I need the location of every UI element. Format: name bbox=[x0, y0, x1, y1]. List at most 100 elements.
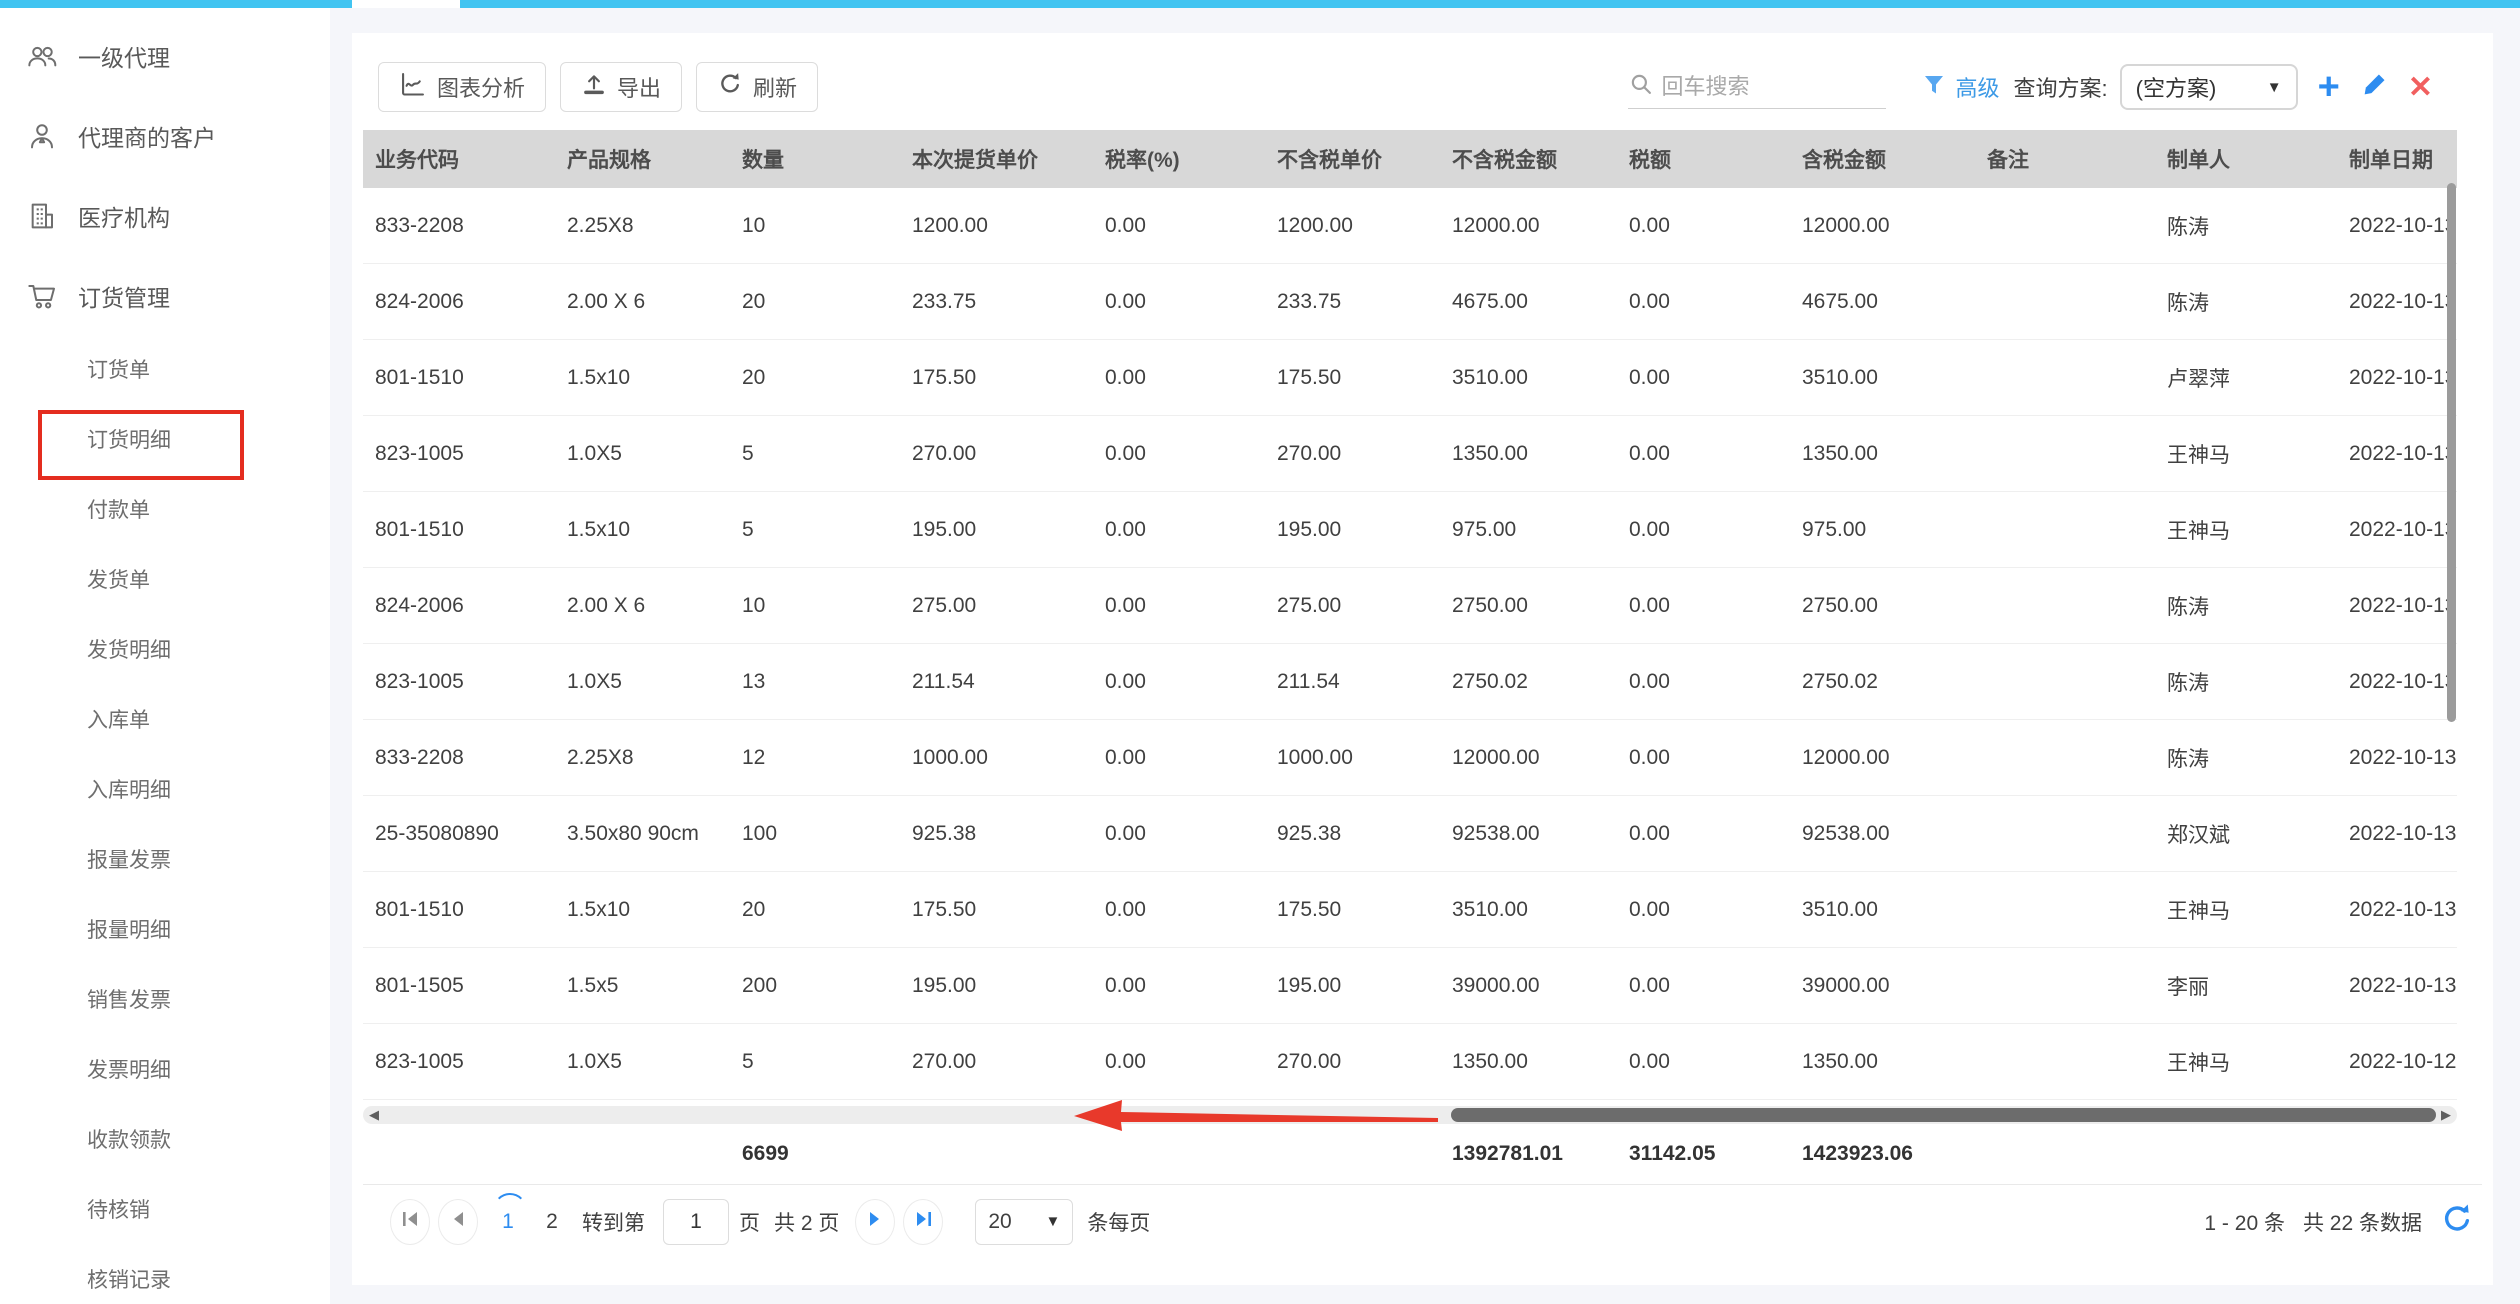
table-cell: 270.00 bbox=[1277, 441, 1342, 465]
export-button[interactable]: 导出 bbox=[560, 62, 683, 112]
table-cell: 3510.00 bbox=[1802, 365, 1878, 389]
scheme-select[interactable]: (空方案) ▼ bbox=[2119, 64, 2298, 110]
table-cell: 3510.00 bbox=[1802, 897, 1878, 921]
add-scheme-button[interactable]: + bbox=[2318, 68, 2340, 106]
prev-page-button[interactable] bbox=[438, 1198, 478, 1245]
sidebar-subitem-12[interactable]: 待核销 bbox=[0, 1176, 330, 1246]
table-cell: 975.00 bbox=[1452, 517, 1517, 541]
table-cell: 卢翠萍 bbox=[2167, 367, 2230, 391]
table-row[interactable]: 833-2208 2.25X8 10 1200.00 0.00 1200.00 12000.… bbox=[363, 188, 2457, 264]
sidebar-item-0[interactable]: 一级代理 bbox=[0, 16, 330, 96]
filter-icon[interactable] bbox=[1922, 72, 1946, 103]
horizontal-scrollbar-thumb[interactable] bbox=[1451, 1108, 2436, 1122]
column-header-3[interactable]: 本次提货单价 bbox=[900, 144, 1093, 174]
table-cell: 2022-10-13 bbox=[2349, 289, 2457, 313]
table-cell: 1000.00 bbox=[912, 745, 988, 769]
sidebar-subitems: 订货单 订货明细 付款单 发货单发货明细入库单 入库明细 报量发票 报量明细 销售发票 发票明细… bbox=[0, 336, 330, 1304]
sidebar-subitem-11[interactable]: 收款领款 bbox=[0, 1106, 330, 1176]
table-cell: 925.38 bbox=[1277, 821, 1342, 845]
table-cell: 801-1510 bbox=[375, 897, 464, 921]
table-cell: 10 bbox=[742, 593, 766, 617]
table-row[interactable]: 801-1510 1.5x10 5 195.00 0.00 195.00 975.00 0.0… bbox=[363, 492, 2457, 568]
column-header-6[interactable]: 不含税金额 bbox=[1440, 144, 1617, 174]
table-cell: 12000.00 bbox=[1802, 213, 1890, 237]
sidebar-subitem-label: 核销记录 bbox=[87, 1269, 171, 1292]
table-row[interactable]: 823-1005 1.0X5 13 211.54 0.00 211.54 2750.02 0.… bbox=[363, 644, 2457, 720]
sidebar-subitem-8[interactable]: 报量明细 bbox=[0, 896, 330, 966]
edit-scheme-button[interactable] bbox=[2360, 71, 2388, 104]
refresh-button[interactable]: 刷新 bbox=[696, 62, 819, 112]
table-cell: 12000.00 bbox=[1452, 213, 1540, 237]
search-input[interactable] bbox=[1661, 73, 1877, 100]
table-row[interactable]: 833-2208 2.25X8 12 1000.00 0.00 1000.00 12000.… bbox=[363, 720, 2457, 796]
table-row[interactable]: 823-1005 1.0X5 5 270.00 0.00 270.00 1350.00 0.0… bbox=[363, 416, 2457, 492]
column-header-0[interactable]: 业务代码 bbox=[363, 144, 555, 174]
advanced-link[interactable]: 高级 bbox=[1956, 71, 2000, 103]
table-row[interactable]: 824-2006 2.00 X 6 20 233.75 0.00 233.75 4675.0… bbox=[363, 264, 2457, 340]
sidebar-subitem-6[interactable]: 入库明细 bbox=[0, 756, 330, 826]
chart-analysis-button[interactable]: 图表分析 bbox=[378, 62, 547, 112]
sidebar-subitem-label: 发货明细 bbox=[87, 639, 171, 662]
sidebar-subitem-5[interactable]: 入库单 bbox=[0, 686, 330, 756]
table-cell: 2022-10-13 bbox=[2349, 441, 2457, 465]
next-page-button[interactable] bbox=[855, 1198, 896, 1245]
column-header-8[interactable]: 含税金额 bbox=[1790, 144, 1975, 174]
sidebar-subitem-1[interactable]: 订货明细 bbox=[0, 406, 330, 480]
table-cell: 陈涛 bbox=[2167, 671, 2209, 695]
vertical-scrollbar-thumb[interactable] bbox=[2447, 183, 2456, 722]
sidebar-subitem-10[interactable]: 发票明细 bbox=[0, 1036, 330, 1106]
table-row[interactable]: 801-1510 1.5x10 20 175.50 0.00 175.50 3510.00 0… bbox=[363, 872, 2457, 948]
table-row[interactable]: 801-1510 1.5x10 20 175.50 0.00 175.50 3510.00 0… bbox=[363, 340, 2457, 416]
table-row[interactable]: 824-2006 2.00 X 6 10 275.00 0.00 275.00 2750.0… bbox=[363, 568, 2457, 644]
table-cell: 0.00 bbox=[1629, 213, 1670, 237]
table-row[interactable]: 25-35080890 3.50x80 90cm 100 925.38 0.00 925.… bbox=[363, 796, 2457, 872]
page-size-select[interactable]: 20 ▼ bbox=[975, 1198, 1074, 1245]
sidebar-subitem-2[interactable]: 付款单 bbox=[0, 476, 330, 546]
column-header-9[interactable]: 备注 bbox=[1975, 144, 2155, 174]
table-cell: 王神马 bbox=[2167, 899, 2230, 923]
sidebar-subitem-13[interactable]: 核销记录 bbox=[0, 1246, 330, 1304]
column-header-4[interactable]: 税率(%) bbox=[1093, 144, 1265, 174]
page-button-1[interactable]: 1 bbox=[486, 1192, 530, 1245]
column-header-7[interactable]: 税额 bbox=[1617, 144, 1790, 174]
page-button-2[interactable]: 2 bbox=[530, 1199, 574, 1245]
goto-prefix-label: 转到第 bbox=[582, 1211, 645, 1235]
last-page-button[interactable] bbox=[903, 1198, 944, 1245]
sidebar-subitem-9[interactable]: 销售发票 bbox=[0, 966, 330, 1036]
sidebar-item-2[interactable]: 医疗机构 bbox=[0, 176, 330, 256]
sidebar-subitem-4[interactable]: 发货明细 bbox=[0, 616, 330, 686]
first-page-button[interactable] bbox=[390, 1198, 430, 1245]
table-cell: 1.5x10 bbox=[567, 897, 631, 921]
column-header-2[interactable]: 数量 bbox=[730, 144, 900, 174]
table-cell: 2022-10-13 bbox=[2349, 973, 2457, 997]
table-cell: 12000.00 bbox=[1802, 745, 1890, 769]
goto-suffix-label: 页 bbox=[739, 1211, 760, 1235]
table-cell: 1.5x10 bbox=[567, 517, 631, 541]
upload-icon bbox=[581, 71, 607, 103]
column-header-10[interactable]: 制单人 bbox=[2155, 144, 2337, 174]
column-header-1[interactable]: 产品规格 bbox=[555, 144, 730, 174]
table-header: 业务代码 产品规格 数量 本次提货单价 税率(%) 不含税单价 不含税金额 税额 含税金额 备注制… bbox=[363, 130, 2457, 188]
sidebar-item-3[interactable]: 订货管理 bbox=[0, 256, 330, 336]
sidebar-subitem-0[interactable]: 订货单 bbox=[0, 336, 330, 406]
table-row[interactable]: 801-1505 1.5x5 200 195.00 0.00 195.00 39000.00… bbox=[363, 948, 2457, 1024]
column-header-5[interactable]: 不含税单价 bbox=[1265, 144, 1440, 174]
scroll-right-icon[interactable]: ▶ bbox=[2441, 1106, 2451, 1124]
sidebar-item-1[interactable]: 代理商的客户 bbox=[0, 96, 330, 176]
sidebar-subitem-7[interactable]: 报量发票 bbox=[0, 826, 330, 896]
table-cell: 0.00 bbox=[1105, 1049, 1146, 1073]
table-cell: 175.50 bbox=[912, 365, 977, 389]
table-cell: 92538.00 bbox=[1452, 821, 1540, 845]
sidebar-subitem-3[interactable]: 发货单 bbox=[0, 546, 330, 616]
delete-scheme-button[interactable]: ✕ bbox=[2408, 70, 2433, 105]
reload-icon[interactable] bbox=[2440, 1202, 2474, 1242]
table-cell: 175.50 bbox=[912, 897, 977, 921]
sidebar-item-label: 订货管理 bbox=[78, 285, 170, 311]
table-row[interactable]: 823-1005 1.0X5 5 270.00 0.00 270.00 1350.00 0.0… bbox=[363, 1024, 2457, 1100]
scheme-selected-value: (空方案) bbox=[2135, 76, 2217, 101]
panel-toolbar: 图表分析 导出 刷新 高级 查询方案: bbox=[352, 33, 2493, 130]
scroll-left-icon[interactable]: ◀ bbox=[369, 1106, 379, 1124]
column-header-11[interactable]: 制单日期 bbox=[2337, 144, 2457, 174]
goto-page-input[interactable] bbox=[663, 1198, 729, 1245]
prev-page-icon bbox=[452, 1210, 464, 1234]
